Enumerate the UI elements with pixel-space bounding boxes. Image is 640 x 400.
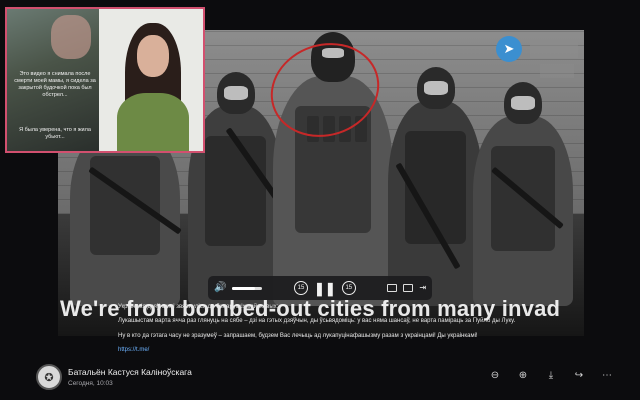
more-icon[interactable]: ⋯ — [600, 370, 614, 381]
post-timestamp: Сегодня, 10:03 — [68, 380, 113, 387]
post-line: Лукашыстам варта ячча раз глянуць на сяб… — [118, 318, 516, 325]
post-line: Ну в кто да гэтага часу не зразумеў – за… — [118, 332, 478, 339]
download-icon[interactable]: ⤓ — [544, 370, 558, 381]
viewer-actions: ⊖ ⊕ ⤓ ↪ ⋯ — [488, 370, 614, 381]
inset-caption-bottom: Я была уверена, что я жила убьют... — [19, 127, 91, 141]
share-icon[interactable]: ↪ — [572, 370, 586, 381]
volume-icon[interactable]: 🔊 — [214, 283, 226, 293]
speed-icon[interactable]: ⇥ — [419, 284, 426, 292]
blurred-watermark — [530, 36, 578, 58]
player-controls: 🔊 15 ❚❚ 15 ⇥ — [208, 276, 432, 300]
soldier-figure — [473, 82, 573, 306]
inset-face — [51, 15, 91, 59]
picture-in-picture-icon[interactable] — [387, 284, 398, 292]
soldier-figure — [70, 92, 182, 306]
zoom-in-icon[interactable]: ⊕ — [516, 370, 530, 381]
inset-caption-top: Это видео я снимала после смерти моей ма… — [14, 71, 96, 99]
pause-icon[interactable]: ❚❚ — [314, 282, 336, 295]
zoom-out-icon[interactable]: ⊖ — [488, 370, 502, 381]
channel-name[interactable]: Батальён Кастуся Каліноўскага — [68, 367, 192, 377]
channel-avatar[interactable]: ✪ — [36, 364, 62, 390]
skip-back-icon[interactable]: 15 — [293, 281, 308, 295]
inset-video-thumbnail[interactable]: Это видео я снимала после смерти моей ма… — [5, 7, 205, 153]
post-text: Украінскія дзяўчынкі звярнуліся да белар… — [118, 303, 528, 360]
post-link[interactable]: https://t.me/ — [118, 347, 149, 353]
inset-portrait-frame — [99, 9, 203, 151]
inset-selfie-frame: Это видео я снимала после смерти моей ма… — [7, 9, 99, 151]
volume-slider[interactable] — [232, 286, 263, 290]
post-line: Украінскія дзяўчынкі звярнуліся да белар… — [118, 304, 279, 310]
volume-slider-fill — [232, 286, 255, 290]
skip-forward-icon[interactable]: 15 — [341, 281, 356, 295]
fullscreen-icon[interactable] — [403, 284, 414, 292]
blurred-watermark — [540, 64, 574, 78]
telegram-icon: ➤ — [496, 36, 522, 62]
